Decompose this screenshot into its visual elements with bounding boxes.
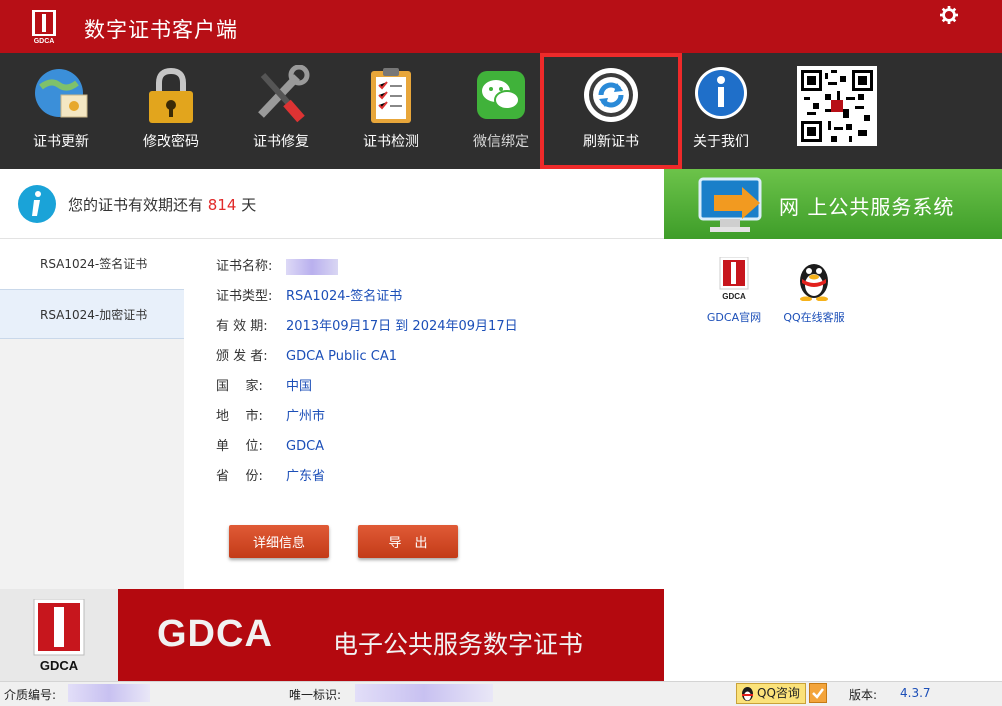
app-title: 数字证书客户端 <box>84 18 238 42</box>
bottom-banner: GDCA GDCA 电子公共服务数字证书 <box>0 589 664 681</box>
field-row: 证书名称: <box>216 255 338 277</box>
logo-text: GDCA <box>722 292 746 301</box>
logo-text: GDCA <box>40 658 79 673</box>
validity-prefix: 您的证书有效期还有 <box>68 196 204 214</box>
toolbar-label: 关于我们 <box>693 134 749 150</box>
field-key: 地 市: <box>216 409 263 424</box>
toolbar-about-us[interactable]: 关于我们 <box>666 53 776 169</box>
monitor-arrow-icon <box>698 177 762 232</box>
toolbar: 证书更新 修改密码 证书修复 证书检测 微信绑定 刷新证书 关于我们 <box>0 53 1002 169</box>
validity-days: 814 <box>207 196 237 214</box>
public-service-banner[interactable]: 网 上公共服务系统 <box>664 169 1002 239</box>
field-row: 证书类型: RSA1024-签名证书 <box>216 285 402 307</box>
info-icon <box>695 67 747 119</box>
field-key: 单 位: <box>216 439 263 454</box>
status-bar: 介质编号: 唯一标识: QQ咨询 版本: 4.3.7 <box>0 681 1002 706</box>
field-value: GDCA <box>286 439 325 454</box>
checkbox-toggle[interactable] <box>809 683 827 703</box>
redacted-value <box>286 258 338 275</box>
toolbar-label: 证书检测 <box>363 134 419 150</box>
gdca-website-link[interactable]: GDCA GDCA官网 <box>694 256 774 325</box>
field-key: 颁 发 者: <box>216 349 268 364</box>
field-row: 国 家: 中国 <box>216 375 312 397</box>
cert-detail-panel: 证书名称: 证书类型: RSA1024-签名证书 有 效 期: 2013年09月17… <box>184 239 664 589</box>
field-key: 省 份: <box>216 469 263 484</box>
redacted-unique-id <box>355 684 493 702</box>
toolbar-refresh-cert[interactable]: 刷新证书 <box>540 53 682 169</box>
link-label: QQ在线客服 <box>783 311 845 324</box>
field-key: 国 家: <box>216 379 263 394</box>
link-label: GDCA官网 <box>706 311 762 324</box>
field-row: 地 市: 广州市 <box>216 405 325 427</box>
gdca-logo-icon: GDCA <box>0 589 118 681</box>
field-value: RSA1024-签名证书 <box>286 289 403 304</box>
toolbar-label: 证书修复 <box>253 134 309 150</box>
field-row: 省 份: 广东省 <box>216 465 325 487</box>
tab-sign-cert[interactable]: RSA1024-签名证书 <box>0 239 184 289</box>
wechat-icon <box>477 71 525 119</box>
brand-text: GDCA <box>157 613 273 655</box>
toolbar-label: 证书更新 <box>33 134 89 150</box>
toolbar-cert-check[interactable]: 证书检测 <box>336 53 446 169</box>
toolbar-label: 刷新证书 <box>583 134 639 150</box>
details-button[interactable]: 详细信息 <box>229 525 329 558</box>
field-row: 有 效 期: 2013年09月17日 到 2024年09月17日 <box>216 315 518 337</box>
cert-tab-list: RSA1024-签名证书 RSA1024-加密证书 <box>0 239 184 589</box>
field-value: 广州市 <box>286 409 326 424</box>
banner-text: 网 上公共服务系统 <box>779 195 955 219</box>
version-label: 版本: <box>849 688 878 702</box>
field-value: 中国 <box>286 379 313 394</box>
field-value: GDCA Public CA1 <box>286 349 398 364</box>
export-button[interactable]: 导 出 <box>358 525 458 558</box>
validity-notice: 您的证书有效期还有 814 天 <box>0 169 664 239</box>
qq-penguin-icon <box>742 687 753 701</box>
version-value: 4.3.7 <box>900 686 931 700</box>
right-panel: 网 上公共服务系统 GDCA GDCA官网 QQ在线客服 <box>664 169 1002 681</box>
qr-code-icon <box>797 66 877 146</box>
tools-icon <box>258 65 310 123</box>
field-key: 证书类型: <box>216 289 273 304</box>
media-id-label: 介质编号: <box>4 688 57 702</box>
globe-certificate-icon <box>35 69 88 118</box>
gdca-logo-icon: GDCA <box>32 10 56 44</box>
field-row: 单 位: GDCA <box>216 435 324 457</box>
gear-icon[interactable] <box>940 6 958 24</box>
field-key: 有 效 期: <box>216 319 268 334</box>
qq-penguin-icon <box>800 264 828 302</box>
qq-consult-label: QQ咨询 <box>757 686 800 700</box>
qq-consult-button[interactable]: QQ咨询 <box>736 683 806 704</box>
gdca-logo-mark: GDCA <box>33 599 85 673</box>
gdca-logo-icon: GDCA <box>719 256 749 301</box>
unique-id-label: 唯一标识: <box>289 688 342 702</box>
title-bar: GDCA 数字证书客户端 <box>0 0 1002 53</box>
logo-text: GDCA <box>34 38 55 44</box>
qq-support-link[interactable]: QQ在线客服 <box>774 257 854 325</box>
slogan-text: 电子公共服务数字证书 <box>333 630 584 659</box>
toolbar-change-password[interactable]: 修改密码 <box>116 53 226 169</box>
clipboard-check-icon <box>371 68 411 123</box>
toolbar-cert-update[interactable]: 证书更新 <box>6 53 116 169</box>
field-row: 颁 发 者: GDCA Public CA1 <box>216 345 397 367</box>
toolbar-cert-repair[interactable]: 证书修复 <box>226 53 336 169</box>
field-value: 2013年09月17日 到 2024年09月17日 <box>286 319 518 334</box>
validity-text: 您的证书有效期还有 814 天 <box>68 194 256 215</box>
qr-pattern <box>801 70 873 142</box>
tab-encrypt-cert[interactable]: RSA1024-加密证书 <box>0 289 184 339</box>
toolbar-label: 修改密码 <box>143 134 199 150</box>
padlock-icon <box>149 67 193 123</box>
field-value: 广东省 <box>286 469 326 484</box>
refresh-icon <box>584 68 638 122</box>
field-key: 证书名称: <box>216 259 273 274</box>
checkmark-icon <box>812 688 824 699</box>
redacted-media-id <box>68 684 150 702</box>
validity-suffix: 天 <box>241 196 257 214</box>
info-icon <box>18 185 56 223</box>
